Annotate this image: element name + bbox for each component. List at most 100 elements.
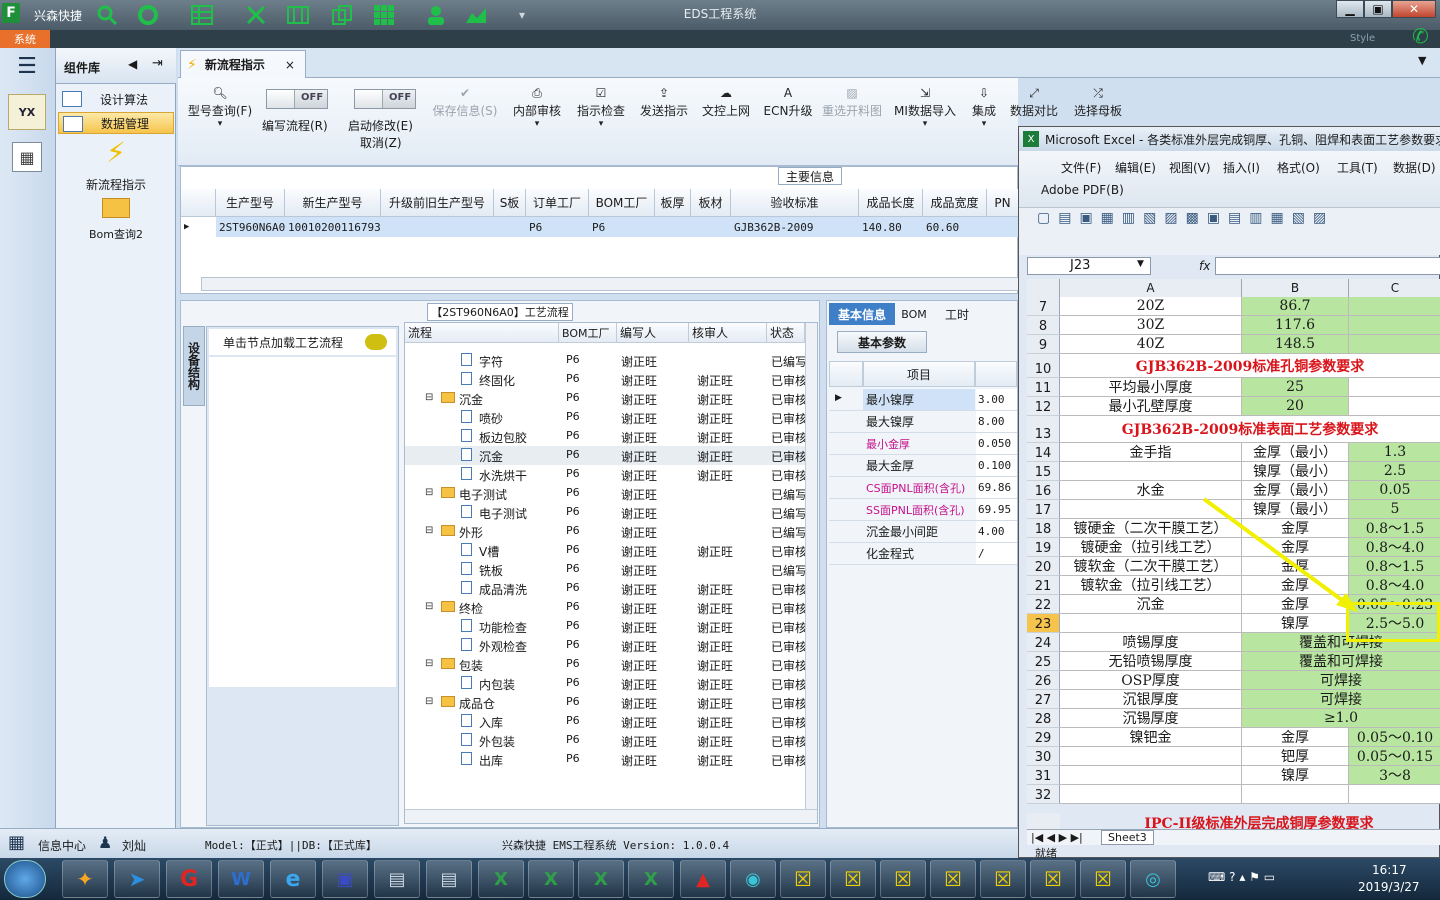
taskbar-app-x1[interactable]: ☒	[780, 860, 826, 898]
taskbar-app-ie[interactable]: e	[270, 860, 316, 898]
cell-c[interactable]	[1349, 297, 1440, 316]
taskbar-app-eds[interactable]: ◎	[1130, 860, 1176, 898]
cell-b[interactable]: 25	[1242, 378, 1349, 397]
col-header[interactable]: 订单工厂	[526, 189, 589, 217]
cell-a[interactable]: 平均最小厚度	[1060, 378, 1242, 397]
col-header[interactable]: 板材	[691, 189, 731, 217]
cell-a[interactable]: 40Z	[1060, 335, 1242, 354]
taskbar-app-x3[interactable]: ☒	[880, 860, 926, 898]
select-all-corner[interactable]	[1027, 279, 1060, 297]
process-row[interactable]: 终固化 P6 谢正旺 谢正旺 已审核	[405, 370, 805, 389]
cell-a[interactable]: 沉银厚度	[1060, 690, 1242, 709]
cell-a[interactable]: 20Z	[1060, 297, 1242, 316]
row-header[interactable]: 15	[1027, 462, 1060, 481]
cell-b[interactable]: 117.6	[1242, 316, 1349, 335]
cell-c[interactable]: 3～8	[1349, 766, 1440, 785]
taskbar-app-x6[interactable]: ☒	[1030, 860, 1076, 898]
cell[interactable]: GJB362B-2009	[731, 217, 859, 237]
cell-bc[interactable]: ≥1.0	[1242, 709, 1440, 728]
process-row[interactable]: 功能检查 P6 谢正旺 谢正旺 已审核	[405, 617, 805, 636]
param-row[interactable]: 最小金厚 0.050	[829, 433, 1017, 455]
save-info-button[interactable]: ✔ 保存信息(S)	[428, 84, 502, 119]
col-header[interactable]: 编写人	[617, 323, 689, 343]
param-value[interactable]: 69.86	[976, 477, 1017, 498]
phone-icon[interactable]: ✆	[1412, 24, 1429, 48]
taskbar-app-doc2[interactable]: ▤	[426, 860, 472, 898]
menu-data[interactable]: 数据(D)	[1393, 159, 1436, 176]
nav-item-design-algo[interactable]: 设计算法	[58, 88, 174, 110]
horizontal-scrollbar[interactable]	[201, 277, 1019, 291]
data-compare-button[interactable]: ⤢ 数据对比	[1008, 84, 1060, 119]
col-header[interactable]: 板厚	[655, 189, 691, 217]
excel-toolbar[interactable]: ▢▤▣▦▥▧▨▩▣▤▥▦▧▨	[1019, 207, 1440, 255]
process-row[interactable]: 沉金 P6 谢正旺 谢正旺 已审核	[405, 446, 805, 465]
process-row[interactable]: 铣板 P6 谢正旺 已编写	[405, 560, 805, 579]
cell-c[interactable]	[1349, 316, 1440, 335]
cell-b[interactable]: 148.5	[1242, 335, 1349, 354]
cell[interactable]: 60.60	[923, 217, 987, 237]
vertical-scrollbar[interactable]	[805, 323, 817, 809]
cell[interactable]: P6	[526, 217, 589, 237]
integrate-button[interactable]: ⇩ 集成 ▾	[966, 84, 1002, 129]
cell-bc[interactable]: 覆盖和可焊接	[1242, 652, 1440, 671]
tab-new-flow[interactable]: ⚡ 新流程指示 ×	[180, 50, 306, 78]
param-row[interactable]: SS面PNL面积(含孔) 69.95	[829, 499, 1017, 521]
tree-expander-icon[interactable]: ⊟	[425, 487, 433, 498]
taskbar-app-g[interactable]: G	[166, 860, 212, 898]
row-header[interactable]: 23	[1027, 614, 1060, 633]
menu-icon[interactable]: ☰	[12, 54, 42, 79]
close-button[interactable]: ✕	[1392, 0, 1436, 18]
collapse-left-icon[interactable]: ◀	[128, 57, 137, 71]
cell[interactable]	[691, 217, 731, 237]
instruction-check-button[interactable]: ☑ 指示检查 ▾	[572, 84, 630, 129]
col-header[interactable]: 验收标准	[731, 189, 859, 217]
name-box[interactable]: J23	[1027, 257, 1151, 275]
param-row[interactable]: 最大镍厚 8.00	[829, 411, 1017, 433]
sheet-section-title[interactable]: GJB362B-2009标准孔铜参数要求	[1060, 354, 1440, 378]
tab-work-hours[interactable]: 工时	[935, 303, 979, 325]
sheet-tab-sheet3[interactable]: Sheet3	[1101, 830, 1154, 845]
cell[interactable]: 2ST960N6A0	[216, 217, 285, 237]
param-row[interactable]: 最大金厚 0.100	[829, 455, 1017, 477]
cell-bc[interactable]: 可焊接	[1242, 671, 1440, 690]
col-header[interactable]: 项目	[863, 361, 975, 387]
process-row[interactable]: 出库 P6 谢正旺 谢正旺 已审核	[405, 750, 805, 769]
cell-a[interactable]: 无铅喷锡厚度	[1060, 652, 1242, 671]
film-icon[interactable]	[286, 3, 310, 27]
row-header[interactable]: 22	[1027, 595, 1060, 614]
param-value[interactable]: 69.95	[976, 499, 1017, 520]
taskbar-app-x2[interactable]: ☒	[830, 860, 876, 898]
user-icon[interactable]	[424, 3, 448, 27]
tree-expander-icon[interactable]: ⊟	[425, 658, 433, 669]
col-header[interactable]: 生产型号	[216, 189, 285, 217]
lifebuoy-icon[interactable]	[136, 3, 160, 27]
sheet-section-title[interactable]: GJB362B-2009标准表面工艺参数要求	[1060, 416, 1440, 443]
col-header[interactable]: 升级前旧生产型号	[381, 189, 494, 217]
cell-a[interactable]	[1060, 747, 1242, 766]
row-header[interactable]: 7	[1027, 297, 1060, 316]
cell[interactable]	[655, 217, 691, 237]
param-value[interactable]: /	[976, 543, 1017, 564]
col-header[interactable]: 流程	[405, 323, 559, 343]
col-header[interactable]: 核审人	[689, 323, 767, 343]
col-header[interactable]: 成品长度	[859, 189, 923, 217]
process-row[interactable]: ⊟ 沉金 P6 谢正旺 谢正旺 已审核	[405, 389, 805, 408]
reselect-cut-button[interactable]: ▨ 重选开料图	[820, 84, 884, 119]
structure-hint[interactable]: 单击节点加载工艺流程	[209, 329, 396, 355]
param-value[interactable]: 0.050	[976, 433, 1017, 454]
taskbar-app-excel2[interactable]: X	[528, 860, 574, 898]
cell-b[interactable]: 20	[1242, 397, 1349, 416]
process-row[interactable]: 字符 P6 谢正旺 已编写	[405, 351, 805, 370]
row-header[interactable]: 21	[1027, 576, 1060, 595]
row-header[interactable]: 16	[1027, 481, 1060, 500]
row-header[interactable]: 27	[1027, 690, 1060, 709]
taskbar-app-excel4[interactable]: X	[628, 860, 674, 898]
chevron-down-icon[interactable]: ▼	[1137, 259, 1144, 269]
row-header[interactable]: 30	[1027, 747, 1060, 766]
cell-c[interactable]	[1349, 378, 1440, 397]
calculator-icon[interactable]: ▦	[12, 142, 42, 172]
pin-icon[interactable]: ⇥	[152, 56, 163, 71]
maximize-button[interactable]: ▣	[1364, 0, 1392, 18]
cell-a[interactable]: OSP厚度	[1060, 671, 1242, 690]
formula-bar[interactable]	[1215, 257, 1440, 275]
